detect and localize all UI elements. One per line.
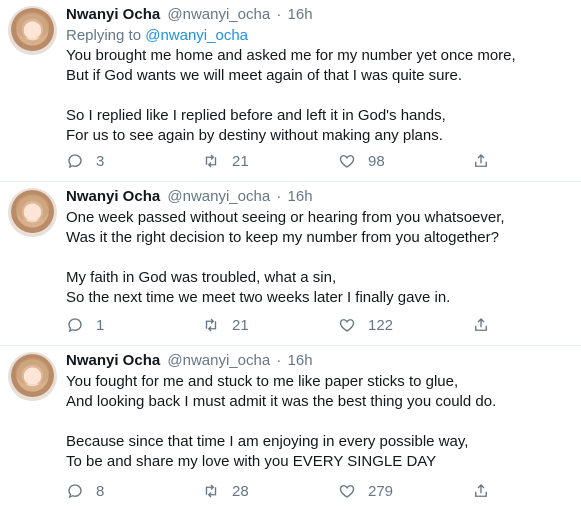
heart-icon — [339, 319, 355, 332]
tweet-line: But if God wants we will meet again of t… — [66, 67, 463, 84]
tweet-line: So the next time we meet two weeks later… — [66, 289, 451, 306]
retweet-count: 28 — [232, 482, 249, 500]
reply-count: 3 — [96, 152, 105, 170]
dot-separator: · — [276, 352, 282, 369]
reply-count: 8 — [96, 482, 105, 500]
retweet-icon — [205, 318, 217, 332]
author-name[interactable]: Nwanyi Ocha — [66, 188, 160, 205]
share-icon — [475, 154, 487, 167]
tweet-text: You fought for me and stuck to me like p… — [66, 372, 573, 472]
tweet-line: Was it the right decision to keep my num… — [66, 229, 499, 246]
tweet-text: One week passed without seeing or hearin… — [66, 208, 573, 308]
tweet-header: Nwanyi Ocha @nwanyi_ocha · 16h — [66, 350, 573, 372]
author-handle[interactable]: @nwanyi_ocha — [167, 188, 270, 205]
tweet-actions: 1 21 122 — [66, 316, 573, 336]
timestamp[interactable]: 16h — [288, 352, 313, 369]
dot-separator: · — [276, 188, 282, 205]
like-button[interactable]: 98 — [338, 152, 385, 170]
tweet-content: Nwanyi Ocha @nwanyi_ocha · 16h One week … — [66, 186, 573, 308]
tweet-text: You brought me home and asked me for my … — [66, 46, 573, 146]
retweet-button[interactable]: 21 — [202, 316, 249, 334]
timestamp[interactable]: 16h — [288, 188, 313, 205]
retweet-count: 21 — [232, 316, 249, 334]
tweet-content: Nwanyi Ocha @nwanyi_ocha · 16h You fough… — [66, 350, 573, 472]
retweet-button[interactable]: 21 — [202, 152, 249, 170]
like-button[interactable]: 122 — [338, 316, 393, 334]
tweet-actions: 8 28 279 — [66, 482, 573, 502]
author-handle[interactable]: @nwanyi_ocha — [167, 6, 270, 23]
tweet-header: Nwanyi Ocha @nwanyi_ocha · 16h — [66, 4, 573, 26]
share-icon — [475, 484, 487, 497]
tweet-line: You brought me home and asked me for my … — [66, 47, 516, 64]
speech-bubble-icon — [68, 484, 82, 499]
tweet-actions: 3 21 98 — [66, 152, 573, 172]
tweet-line: One week passed without seeing or hearin… — [66, 209, 505, 226]
tweet-line: You fought for me and stuck to me like p… — [66, 373, 459, 390]
reply-button[interactable]: 3 — [66, 152, 104, 170]
replying-to-label: Replying to — [66, 27, 142, 44]
author-handle[interactable]: @nwanyi_ocha — [167, 352, 270, 369]
like-count: 279 — [368, 482, 394, 500]
reply-button[interactable]: 8 — [66, 482, 104, 500]
speech-bubble-icon — [68, 154, 82, 169]
author-name[interactable]: Nwanyi Ocha — [66, 6, 160, 23]
retweet-icon — [205, 154, 217, 168]
heart-icon — [339, 485, 355, 498]
tweet-line: To be and share my love with you EVERY S… — [66, 453, 437, 470]
retweet-count: 21 — [232, 152, 249, 170]
speech-bubble-icon — [68, 318, 82, 333]
retweet-button[interactable]: 28 — [202, 482, 249, 500]
like-button[interactable]: 279 — [338, 482, 393, 500]
tweet-header: Nwanyi Ocha @nwanyi_ocha · 16h — [66, 186, 573, 208]
reply-button[interactable]: 1 — [66, 316, 104, 334]
avatar[interactable] — [8, 352, 57, 401]
reply-count: 1 — [96, 316, 105, 334]
tweet-line: Because since that time I am enjoying in… — [66, 433, 469, 450]
avatar[interactable] — [8, 188, 57, 237]
retweet-icon — [205, 484, 217, 498]
tweet-line: For us to see again by destiny without m… — [66, 127, 443, 144]
heart-icon — [339, 155, 355, 168]
tweet-content: Nwanyi Ocha @nwanyi_ocha · 16h Replying … — [66, 4, 573, 146]
tweet[interactable]: Nwanyi Ocha @nwanyi_ocha · 16h Replying … — [0, 0, 581, 182]
tweet-line: So I replied like I replied before and l… — [66, 107, 446, 124]
author-name[interactable]: Nwanyi Ocha — [66, 352, 160, 369]
tweet[interactable]: Nwanyi Ocha @nwanyi_ocha · 16h One week … — [0, 182, 581, 346]
share-button[interactable] — [472, 152, 490, 170]
timestamp[interactable]: 16h — [288, 6, 313, 23]
dot-separator: · — [276, 6, 282, 23]
share-button[interactable] — [472, 316, 490, 334]
share-icon — [475, 318, 487, 331]
tweet[interactable]: Nwanyi Ocha @nwanyi_ocha · 16h You fough… — [0, 346, 581, 511]
like-count: 122 — [368, 316, 394, 334]
replying-to: Replying to @nwanyi_ocha — [66, 26, 573, 46]
share-button[interactable] — [472, 482, 490, 500]
avatar[interactable] — [8, 6, 57, 55]
tweet-line: My faith in God was troubled, what a sin… — [66, 269, 337, 286]
replying-to-handle[interactable]: @nwanyi_ocha — [145, 27, 248, 44]
like-count: 98 — [368, 152, 385, 170]
tweet-line: And looking back I must admit it was the… — [66, 393, 497, 410]
